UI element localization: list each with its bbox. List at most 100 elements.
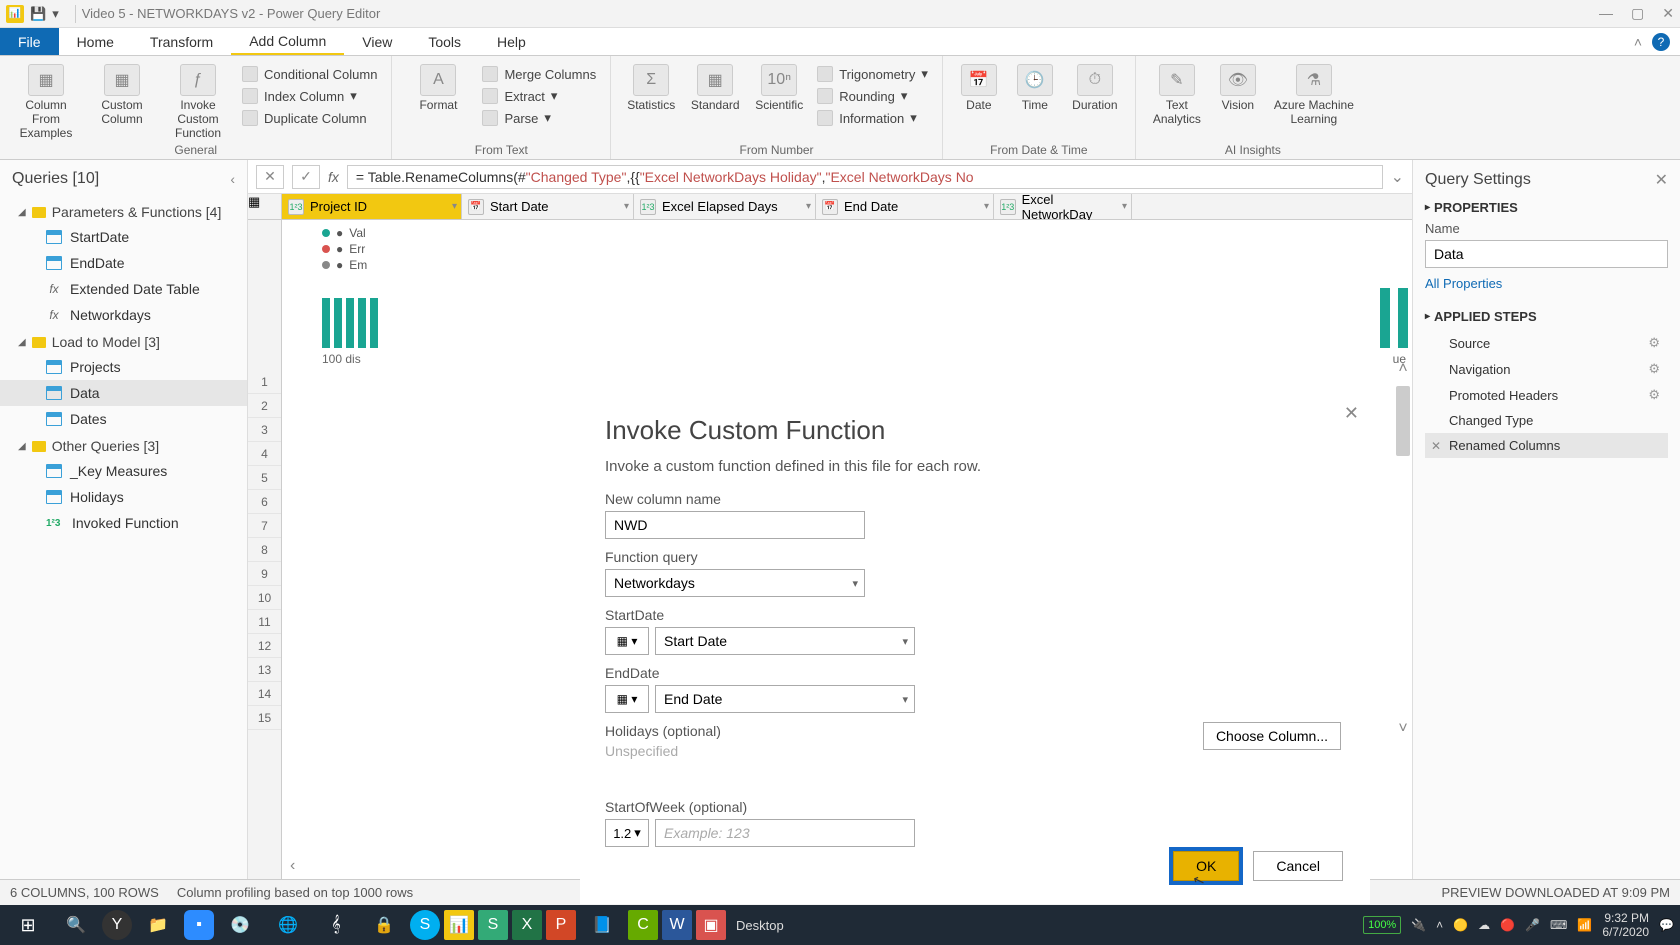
all-properties-link[interactable]: All Properties — [1425, 276, 1668, 291]
rounding-button[interactable]: Rounding ▾ — [813, 86, 932, 106]
column-header[interactable]: 1²3Excel NetworkDay▾ — [994, 194, 1132, 219]
invoke-custom-function-button[interactable]: ƒInvoke Custom Function — [162, 60, 234, 140]
filter-dropdown-icon[interactable]: ▾ — [452, 201, 457, 212]
cancel-button[interactable]: Cancel — [1253, 851, 1343, 881]
desktop-toolbar[interactable]: Desktop — [736, 918, 784, 933]
camtasia-button[interactable]: C — [628, 910, 658, 940]
query-item[interactable]: Data — [0, 380, 247, 406]
close-settings-icon[interactable]: ✕ — [1655, 170, 1668, 190]
row-number[interactable]: 10 — [248, 586, 281, 610]
row-number[interactable]: 6 — [248, 490, 281, 514]
date-button[interactable]: 📅Date — [953, 60, 1005, 112]
filter-dropdown-icon[interactable]: ▾ — [624, 201, 629, 212]
taskbar-app-4[interactable]: 🔒 — [362, 908, 406, 942]
row-number[interactable]: 2 — [248, 394, 281, 418]
tray-icon-1[interactable]: 🟡 — [1453, 918, 1468, 932]
word-button[interactable]: W — [662, 910, 692, 940]
gear-icon[interactable]: ⚙ — [1648, 335, 1660, 351]
row-number[interactable]: 4 — [248, 442, 281, 466]
trigonometry-button[interactable]: Trigonometry ▾ — [813, 64, 932, 84]
power-icon[interactable]: 🔌 — [1411, 918, 1426, 932]
query-item[interactable]: StartDate — [0, 224, 247, 250]
tab-file[interactable]: File — [0, 28, 59, 55]
type-icon[interactable]: 1²3 — [640, 199, 656, 215]
powerbi-button[interactable]: 📊 — [444, 910, 474, 940]
filter-dropdown-icon[interactable]: ▾ — [984, 201, 989, 212]
clock[interactable]: 9:32 PM 6/7/2020 — [1602, 911, 1649, 939]
new-column-name-input[interactable] — [605, 511, 865, 539]
formula-input[interactable]: = Table.RenameColumns(#"Changed Type",{{… — [347, 165, 1383, 189]
taskbar-app-3[interactable]: 𝄞 — [314, 908, 358, 942]
gear-icon[interactable]: ⚙ — [1648, 361, 1660, 377]
search-button[interactable]: 🔍 — [54, 908, 98, 942]
tray-icon-4[interactable]: 🎤 — [1525, 918, 1540, 932]
taskbar-app-2[interactable]: 💿 — [218, 908, 262, 942]
query-item[interactable]: fxExtended Date Table — [0, 276, 247, 302]
excel-button[interactable]: X — [512, 910, 542, 940]
azure-ml-button[interactable]: ⚗Azure Machine Learning — [1268, 60, 1360, 126]
scroll-down-icon[interactable]: ˅ — [1398, 720, 1407, 738]
row-number[interactable]: 13 — [248, 658, 281, 682]
text-analytics-button[interactable]: ✎Text Analytics — [1146, 60, 1208, 126]
taskbar-app-1[interactable]: Y — [102, 910, 132, 940]
wifi-icon[interactable]: 📶 — [1577, 918, 1592, 932]
accept-formula-icon[interactable]: ✓ — [292, 165, 320, 189]
close-button[interactable]: ✕ — [1662, 5, 1674, 22]
collapse-queries-icon[interactable]: ‹ — [230, 171, 235, 187]
tab-tools[interactable]: Tools — [410, 28, 479, 55]
query-item[interactable]: Dates — [0, 406, 247, 432]
tab-home[interactable]: Home — [59, 28, 132, 55]
merge-columns-button[interactable]: Merge Columns — [478, 64, 600, 84]
grid-corner[interactable]: ▦ — [248, 194, 282, 219]
query-item[interactable]: fxNetworkdays — [0, 302, 247, 328]
startofweek-type-select[interactable]: 1.2 ▾ — [605, 819, 649, 847]
row-number[interactable]: 8 — [248, 538, 281, 562]
type-icon[interactable]: 1²3 — [288, 199, 304, 215]
choose-column-button[interactable]: Choose Column... — [1203, 722, 1341, 750]
tab-view[interactable]: View — [344, 28, 410, 55]
custom-column-button[interactable]: ▦Custom Column — [86, 60, 158, 126]
tray-expand-icon[interactable]: ˄ — [1436, 918, 1443, 932]
quick-access-toolbar[interactable]: 💾 ▾ — [30, 6, 59, 22]
row-number[interactable]: 5 — [248, 466, 281, 490]
row-number[interactable]: 14 — [248, 682, 281, 706]
column-header[interactable]: 1²3Project ID▾ — [282, 194, 462, 219]
gear-icon[interactable]: ⚙ — [1648, 387, 1660, 403]
applied-step[interactable]: Changed Type — [1425, 408, 1668, 433]
duration-button[interactable]: ⏱Duration — [1065, 60, 1125, 112]
enddate-column-select[interactable]: End Date▾ — [655, 685, 915, 713]
tray-icon-2[interactable]: ☁ — [1478, 918, 1490, 932]
taskbar-app-6[interactable]: ▣ — [696, 910, 726, 940]
qat-dropdown-icon[interactable]: ▾ — [52, 6, 59, 22]
extract-button[interactable]: Extract ▾ — [478, 86, 600, 106]
column-header[interactable]: 📅Start Date▾ — [462, 194, 634, 219]
collapse-ribbon-icon[interactable]: ˄ — [1634, 34, 1642, 50]
column-header[interactable]: 📅End Date▾ — [816, 194, 994, 219]
applied-step[interactable]: Promoted Headers⚙ — [1425, 382, 1668, 408]
queries-group[interactable]: ◢Parameters & Functions [4] — [0, 198, 247, 224]
vertical-scrollbar[interactable]: ˄ ˅ — [1394, 360, 1412, 738]
tray-icon-3[interactable]: 🔴 — [1500, 918, 1515, 932]
column-from-examples-button[interactable]: ▦Column From Examples — [10, 60, 82, 140]
query-item[interactable]: Projects — [0, 354, 247, 380]
query-item[interactable]: 1²3Invoked Function — [0, 510, 247, 536]
delete-step-icon[interactable]: ✕ — [1431, 439, 1441, 453]
applied-step[interactable]: ✕Renamed Columns — [1425, 433, 1668, 458]
minimize-button[interactable]: — — [1599, 5, 1613, 22]
row-number[interactable]: 9 — [248, 562, 281, 586]
tray-icon-5[interactable]: ⌨ — [1550, 918, 1567, 932]
tab-transform[interactable]: Transform — [132, 28, 231, 55]
row-number[interactable]: 12 — [248, 634, 281, 658]
index-column-button[interactable]: Index Column ▾ — [238, 86, 381, 106]
chrome-button[interactable]: 🌐 — [266, 908, 310, 942]
column-header[interactable]: 1²3Excel Elapsed Days▾ — [634, 194, 816, 219]
row-number[interactable]: 7 — [248, 514, 281, 538]
queries-group[interactable]: ◢Other Queries [3] — [0, 432, 247, 458]
ok-button[interactable]: OK — [1173, 851, 1239, 881]
row-number[interactable]: 15 — [248, 706, 281, 730]
filter-dropdown-icon[interactable]: ▾ — [806, 201, 811, 212]
function-query-select[interactable]: Networkdays▾ — [605, 569, 865, 597]
taskbar-app-zoom[interactable]: ▪ — [184, 910, 214, 940]
hscroll-left-icon[interactable]: ‹ — [290, 857, 295, 875]
duplicate-column-button[interactable]: Duplicate Column — [238, 108, 381, 128]
